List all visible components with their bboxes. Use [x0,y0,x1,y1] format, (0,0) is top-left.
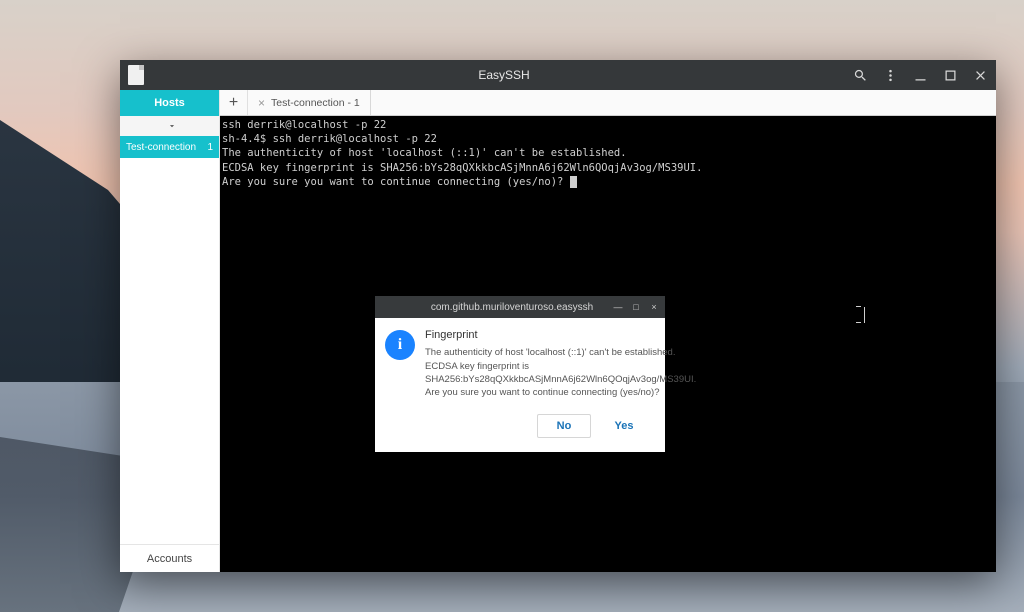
sidebar-item-count: 1 [207,142,213,153]
tab-test-connection[interactable]: × Test-connection - 1 [248,90,371,115]
sidebar-accounts[interactable]: Accounts [120,544,219,572]
dialog-line: ECDSA key fingerprint is [425,360,696,373]
dialog-close-icon[interactable]: × [649,302,659,312]
maximize-icon[interactable] [942,67,958,83]
dialog-line: The authenticity of host 'localhost (::1… [425,346,696,359]
sidebar: Hosts Test-connection 1 Accounts [120,90,220,572]
text-insert-cursor-icon [858,306,870,324]
tab-label: Test-connection - 1 [271,97,360,109]
sidebar-header: Hosts [120,90,219,116]
dialog-line: Are you sure you want to continue connec… [425,386,696,399]
dialog-yes-button[interactable]: Yes [597,414,651,438]
sidebar-item-test-connection[interactable]: Test-connection 1 [120,136,219,158]
dialog-no-button[interactable]: No [537,414,591,438]
chevron-down-icon [167,121,177,131]
tab-close-icon[interactable]: × [258,96,265,110]
close-icon[interactable] [972,67,988,83]
info-icon: i [385,330,415,360]
terminal-cursor [570,176,577,188]
dialog-titlebar[interactable]: com.github.muriloventuroso.easyssh — □ × [375,296,665,318]
new-tab-button[interactable]: + [220,90,248,115]
tabbar: + × Test-connection - 1 [220,90,996,116]
dialog-window-title: com.github.muriloventuroso.easyssh [411,302,613,313]
window-title: EasySSH [156,68,852,82]
sidebar-group-toggle[interactable] [120,116,219,136]
menu-icon[interactable] [882,67,898,83]
fingerprint-dialog: com.github.muriloventuroso.easyssh — □ ×… [375,296,665,452]
dialog-heading: Fingerprint [425,328,696,343]
search-icon[interactable] [852,67,868,83]
dialog-maximize-icon[interactable]: □ [631,302,641,312]
window-titlebar[interactable]: EasySSH [120,60,996,90]
dialog-line: SHA256:bYs28qQXkkbcASjMnnA6j62Wln6QOqjAv… [425,373,696,386]
document-icon [128,65,144,85]
dialog-minimize-icon[interactable]: — [613,302,623,312]
sidebar-item-label: Test-connection [126,142,196,153]
minimize-icon[interactable] [912,67,928,83]
dialog-content: Fingerprint The authenticity of host 'lo… [425,328,696,400]
